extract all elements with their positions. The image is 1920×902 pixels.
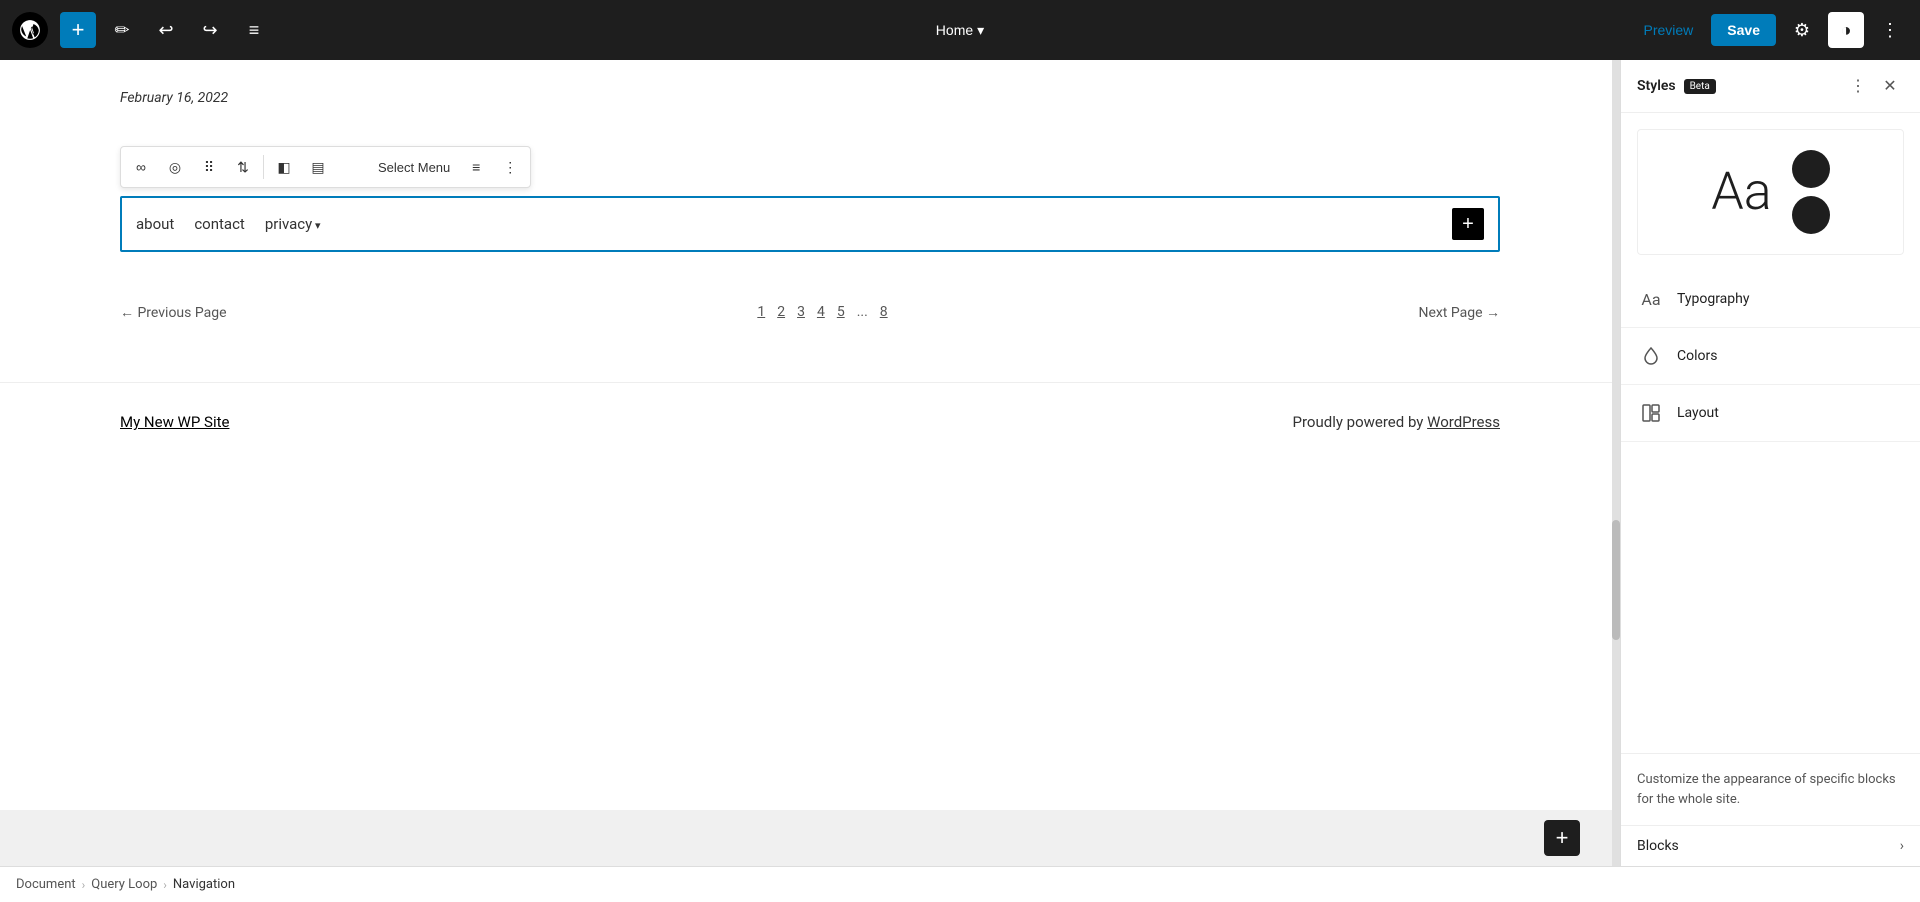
page-num-4[interactable]: 4 [813, 302, 829, 322]
panel-description: Customize the appearance of specific blo… [1621, 753, 1920, 825]
page-num-2[interactable]: 2 [773, 302, 789, 322]
page-num-5[interactable]: 5 [833, 302, 849, 322]
typography-preview: Aa [1711, 166, 1771, 218]
save-button[interactable]: Save [1711, 14, 1776, 46]
document-overview-button[interactable]: ≡ [236, 12, 272, 48]
chevron-right-icon: › [1900, 838, 1904, 854]
canvas-area: February 16, 2022 ∞ ◎ ⠿ ⇅ ◧ ▤ about [0, 60, 1620, 866]
panel-close-button[interactable]: ✕ [1876, 72, 1904, 100]
nav-block-area: ∞ ◎ ⠿ ⇅ ◧ ▤ about Select Menu ≡ ⋮ [0, 126, 1620, 272]
panel-header-actions: ⋮ ✕ [1844, 72, 1904, 100]
undo-button[interactable]: ↩ [148, 12, 184, 48]
color-circle-1 [1792, 150, 1830, 188]
redo-button[interactable]: ↪ [192, 12, 228, 48]
colors-label: Colors [1677, 348, 1717, 364]
typography-icon: Aa [1637, 285, 1665, 313]
site-footer: My New WP Site Proudly powered by WordPr… [0, 382, 1620, 461]
page-num-8[interactable]: 8 [876, 302, 892, 322]
colors-option[interactable]: Colors [1621, 328, 1920, 385]
wp-logo-icon [19, 19, 41, 41]
block-info-button[interactable]: ◎ [159, 151, 191, 183]
drag-handle[interactable]: ⠿ [193, 151, 225, 183]
nav-link-about[interactable]: about [136, 215, 174, 233]
chevron-down-icon: ▾ [977, 22, 984, 39]
toolbar-center: Home ▾ [926, 16, 994, 45]
toolbar-right: Preview Save ⚙ ◑ ⋮ [1634, 12, 1909, 48]
block-more-options[interactable]: ⋮ [494, 151, 526, 183]
page-numbers: 1 2 3 4 5 ... 8 [753, 302, 891, 322]
add-nav-item-button[interactable]: + [1452, 208, 1484, 240]
layout-label: Layout [1677, 405, 1719, 421]
style-preview: Aa [1637, 129, 1904, 255]
drop-icon [1641, 346, 1661, 366]
add-block-bottom-button[interactable]: + [1544, 820, 1580, 856]
navigation-block[interactable]: about contact privacy + [120, 196, 1500, 252]
breadcrumb-sep-1: › [82, 878, 86, 892]
styles-panel: Styles Beta ⋮ ✕ Aa Aa Typography [1620, 60, 1920, 866]
colors-icon [1637, 342, 1665, 370]
scrollbar-thumb[interactable] [1612, 520, 1620, 640]
previous-page-link[interactable]: ← Previous Page [120, 304, 227, 321]
panel-more-options[interactable]: ⋮ [1844, 72, 1872, 100]
block-transform-button[interactable]: ∞ [125, 151, 157, 183]
block-toolbar: ∞ ◎ ⠿ ⇅ ◧ ▤ about Select Menu ≡ ⋮ [120, 146, 531, 188]
post-date: February 16, 2022 [120, 90, 228, 106]
page-selector[interactable]: Home ▾ [926, 16, 994, 45]
page-num-1[interactable]: 1 [753, 302, 769, 322]
typography-option[interactable]: Aa Typography [1621, 271, 1920, 328]
top-toolbar: + ✏ ↩ ↪ ≡ Home ▾ Preview Save ⚙ ◑ ⋮ [0, 0, 1920, 60]
wordpress-link[interactable]: WordPress [1427, 413, 1500, 431]
panel-title: Styles [1637, 78, 1676, 94]
next-page-link[interactable]: Next Page → [1418, 304, 1500, 321]
more-options-button[interactable]: ⋮ [1872, 12, 1908, 48]
canvas-scrollbar[interactable] [1612, 60, 1620, 866]
blocks-row[interactable]: Blocks › [1621, 825, 1920, 866]
nav-link-contact[interactable]: contact [194, 215, 245, 233]
pagination-area: ← Previous Page 1 2 3 4 5 ... 8 Next Pag… [0, 282, 1620, 342]
page-num-3[interactable]: 3 [793, 302, 809, 322]
date-line: February 16, 2022 [0, 80, 1620, 126]
footer-powered-text: Proudly powered by WordPress [1293, 413, 1500, 431]
footer-site-name[interactable]: My New WP Site [120, 413, 229, 431]
page-content: February 16, 2022 ∞ ◎ ⠿ ⇅ ◧ ▤ about [0, 60, 1620, 810]
wp-logo [12, 12, 48, 48]
settings-button[interactable]: ⚙ [1784, 12, 1820, 48]
layout-grid-icon [1641, 403, 1661, 423]
text-align-button[interactable]: ≡ [460, 151, 492, 183]
select-menu-button[interactable]: about [336, 151, 368, 183]
page-selector-label: Home [936, 22, 973, 38]
breadcrumb-query-loop[interactable]: Query Loop [91, 877, 157, 892]
justify-center-button[interactable]: ▤ [302, 151, 334, 183]
color-circles-preview [1792, 150, 1830, 234]
tools-button[interactable]: ✏ [104, 12, 140, 48]
nav-link-privacy[interactable]: privacy [265, 215, 321, 233]
add-block-bottom: + [0, 810, 1620, 866]
breadcrumb-navigation: Navigation [173, 877, 235, 892]
breadcrumb-sep-2: › [163, 878, 167, 892]
select-menu-dropdown[interactable]: Select Menu [370, 156, 458, 179]
bottom-bar: Document › Query Loop › Navigation [0, 866, 1920, 902]
layout-option[interactable]: Layout [1621, 385, 1920, 442]
nav-links-list: about contact privacy [136, 215, 321, 233]
preview-button[interactable]: Preview [1634, 16, 1704, 44]
canvas-scroll[interactable]: February 16, 2022 ∞ ◎ ⠿ ⇅ ◧ ▤ about [0, 60, 1620, 866]
layout-icon [1637, 399, 1665, 427]
main-layout: February 16, 2022 ∞ ◎ ⠿ ⇅ ◧ ▤ about [0, 60, 1920, 866]
add-block-button[interactable]: + [60, 12, 96, 48]
panel-header: Styles Beta ⋮ ✕ [1621, 60, 1920, 113]
move-up-down-button[interactable]: ⇅ [227, 151, 259, 183]
contrast-toggle-button[interactable]: ◑ [1828, 12, 1864, 48]
typography-label: Typography [1677, 291, 1749, 307]
justify-left-button[interactable]: ◧ [268, 151, 300, 183]
toolbar-divider [263, 155, 264, 179]
beta-badge: Beta [1684, 79, 1716, 94]
blocks-label: Blocks [1637, 838, 1679, 854]
color-circle-2 [1792, 196, 1830, 234]
breadcrumb-document[interactable]: Document [16, 877, 76, 892]
page-ellipsis: ... [853, 302, 872, 322]
